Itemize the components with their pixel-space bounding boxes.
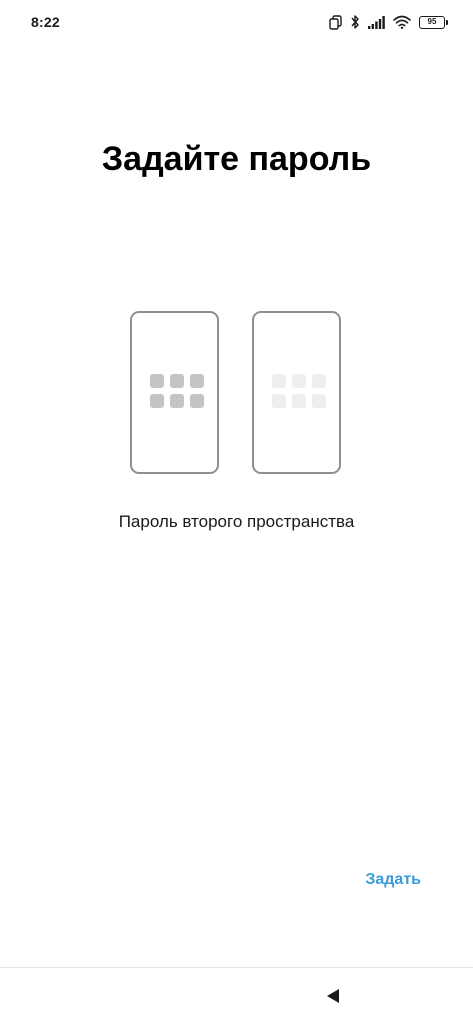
battery-icon: 95 bbox=[419, 15, 448, 29]
dual-app-icon bbox=[329, 14, 342, 30]
app-tile bbox=[150, 394, 164, 408]
app-tile bbox=[170, 394, 184, 408]
app-grid-second-space bbox=[272, 374, 326, 408]
phone-second-space-icon bbox=[252, 311, 341, 474]
phone-first-space-icon bbox=[130, 311, 219, 474]
app-tile bbox=[272, 374, 286, 388]
status-time: 8:22 bbox=[31, 14, 60, 30]
status-icons: 95 bbox=[329, 12, 448, 32]
back-icon bbox=[327, 989, 339, 1003]
signal-icon bbox=[368, 15, 385, 29]
app-tile bbox=[170, 374, 184, 388]
app-tile bbox=[272, 394, 286, 408]
second-space-illustration bbox=[130, 311, 343, 476]
app-tile bbox=[150, 374, 164, 388]
navigation-bar bbox=[0, 968, 473, 1024]
bluetooth-icon bbox=[350, 14, 360, 30]
app-tile bbox=[190, 394, 204, 408]
app-tile bbox=[312, 374, 326, 388]
battery-level: 95 bbox=[427, 17, 437, 26]
app-tile bbox=[292, 374, 306, 388]
page-subtitle: Пароль второго пространства bbox=[118, 512, 355, 531]
page-title: Задайте пароль bbox=[101, 140, 372, 178]
app-tile bbox=[190, 374, 204, 388]
app-tile bbox=[292, 394, 306, 408]
wifi-icon bbox=[393, 15, 411, 29]
app-tile bbox=[312, 394, 326, 408]
status-bar: 8:22 95 bbox=[0, 0, 473, 44]
app-grid-first-space bbox=[150, 374, 204, 408]
set-password-button[interactable]: Задать bbox=[365, 871, 421, 889]
back-button[interactable] bbox=[322, 985, 344, 1007]
